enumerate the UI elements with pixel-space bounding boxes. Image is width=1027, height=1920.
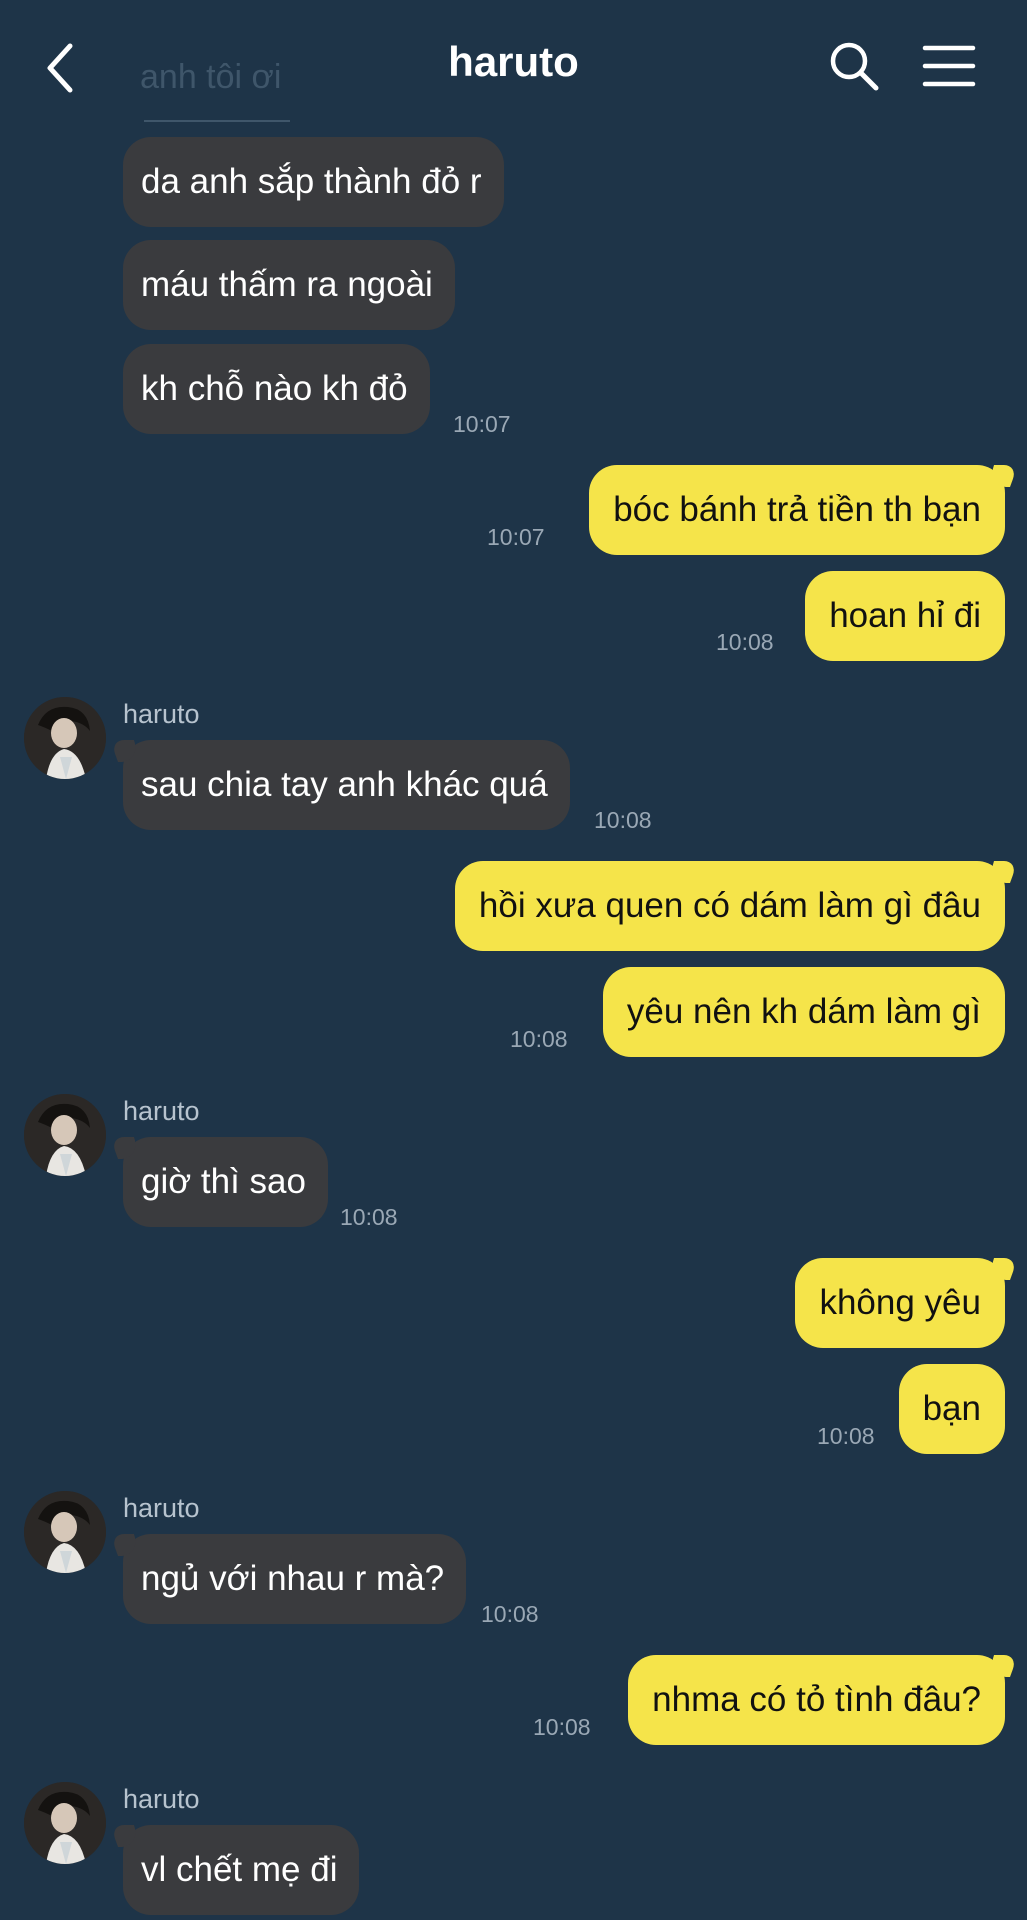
- outgoing-message-bubble[interactable]: không yêu: [795, 1258, 1005, 1348]
- sender-name: haruto: [123, 699, 200, 729]
- outgoing-message-bubble[interactable]: hoan hỉ đi: [805, 571, 1005, 661]
- outgoing-message-bubble[interactable]: bóc bánh trả tiền th bạn: [589, 465, 1005, 555]
- avatar[interactable]: [24, 697, 106, 779]
- message-timestamp: 10:07: [487, 524, 545, 550]
- incoming-message-bubble[interactable]: da anh sắp thành đỏ r: [123, 137, 504, 227]
- sender-name: haruto: [123, 1493, 200, 1523]
- profile-photo-icon: [24, 1491, 106, 1573]
- sender-name: haruto: [123, 1096, 200, 1126]
- message-timestamp: 10:08: [716, 629, 774, 655]
- incoming-message-bubble[interactable]: vl chết mẹ đi: [123, 1825, 360, 1915]
- message-timestamp: 10:08: [510, 1026, 568, 1052]
- outgoing-message-bubble[interactable]: yêu nên kh dám làm gì: [602, 967, 1005, 1057]
- outgoing-message-bubble[interactable]: bạn: [898, 1364, 1005, 1454]
- incoming-message-bubble[interactable]: kh chỗ nào kh đỏ: [123, 344, 430, 434]
- incoming-message-bubble[interactable]: ngủ với nhau r mà?: [123, 1534, 467, 1624]
- incoming-message-bubble[interactable]: giờ thì sao: [123, 1137, 328, 1227]
- menu-button[interactable]: [922, 44, 976, 88]
- incoming-message-bubble[interactable]: sau chia tay anh khác quá: [123, 740, 570, 830]
- incoming-message-bubble[interactable]: máu thấm ra ngoài: [123, 240, 455, 330]
- chat-header: haruto anh tôi ơi: [0, 0, 1027, 130]
- message-timestamp: 10:08: [594, 807, 652, 833]
- scrolled-message-preview: anh tôi ơi: [140, 58, 282, 96]
- hamburger-menu-icon: [922, 45, 976, 87]
- profile-photo-icon: [24, 697, 106, 779]
- search-button[interactable]: [828, 40, 880, 92]
- message-timestamp: 10:08: [481, 1601, 539, 1627]
- message-timestamp: 10:07: [453, 411, 511, 437]
- outgoing-message-bubble[interactable]: nhma có tỏ tình đâu?: [628, 1655, 1005, 1745]
- message-timestamp: 10:08: [817, 1423, 875, 1449]
- avatar[interactable]: [24, 1782, 106, 1864]
- sender-name: haruto: [123, 1784, 200, 1814]
- profile-photo-icon: [24, 1094, 106, 1176]
- search-icon: [830, 42, 879, 91]
- message-timestamp: 10:08: [533, 1714, 591, 1740]
- preview-underline: [144, 120, 290, 122]
- profile-photo-icon: [24, 1782, 106, 1864]
- avatar[interactable]: [24, 1094, 106, 1176]
- avatar[interactable]: [24, 1491, 106, 1573]
- message-timestamp: 10:08: [340, 1204, 398, 1230]
- outgoing-message-bubble[interactable]: hồi xưa quen có dám làm gì đâu: [454, 861, 1005, 951]
